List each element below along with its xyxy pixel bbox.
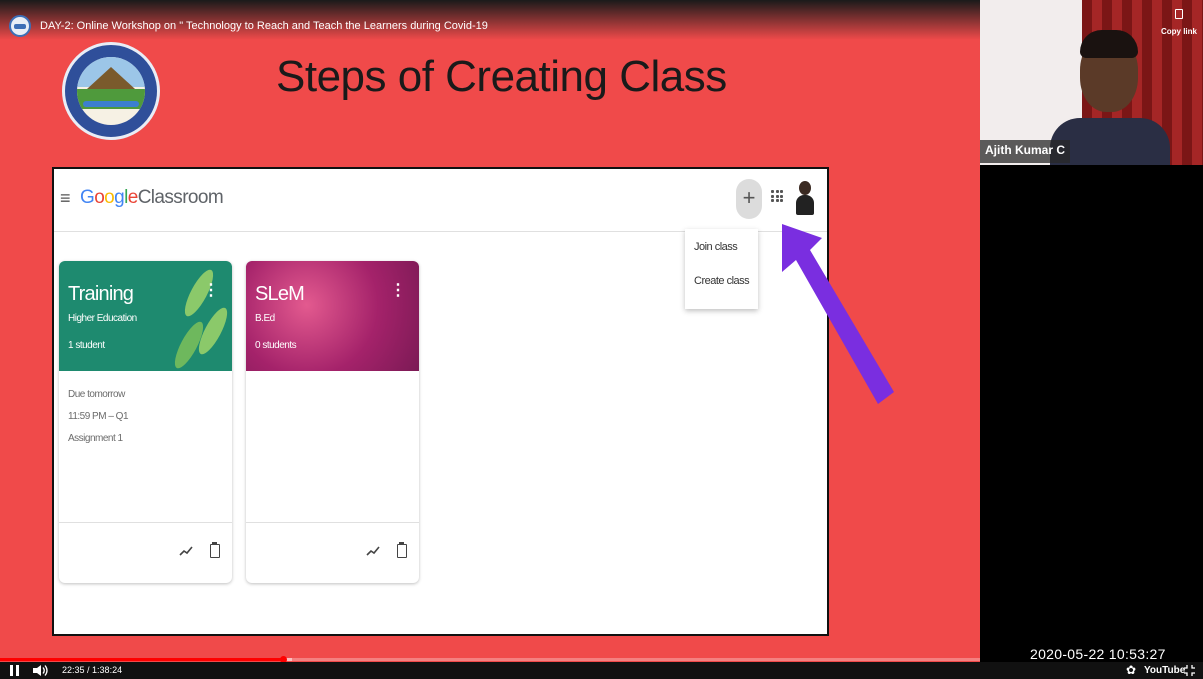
classroom-brand: GoogleClassroom [80,187,224,209]
volume-icon[interactable] [32,664,50,677]
card-student-count: 1 student [68,340,105,351]
add-class-button: + [736,179,762,219]
due-label: Due tomorrow [68,389,125,400]
trending-up-icon [179,546,193,556]
card-title: Training [68,283,134,305]
card-section: B.Ed [255,313,275,324]
time-separator: / [84,665,93,675]
pause-button[interactable] [10,665,20,676]
card-banner: Training Higher Education 1 student ⋮ [59,261,232,372]
hamburger-icon: ≡ [60,188,71,208]
card-section: Higher Education [68,313,137,324]
classroom-wordmark: Classroom [137,187,224,208]
menu-item-create-class: Create class [694,275,750,287]
due-assignment: Assignment 1 [68,433,123,444]
card-footer [246,522,419,583]
gear-icon[interactable]: ✿ [1126,664,1136,676]
slide-title: Steps of Creating Class [276,52,727,101]
youtube-logo[interactable]: YouTube [1144,665,1185,676]
card-student-count: 0 students [255,340,297,351]
time-display: 22:35 / 1:38:24 [62,665,122,675]
more-options-icon: ⋮ [390,282,406,299]
recording-timestamp: 2020-05-22 10:53:27 [1030,646,1166,662]
google-wordmark: Google [80,187,138,208]
card-title: SLeM [255,283,305,305]
classroom-header: ≡ GoogleClassroom + [54,169,827,232]
card-footer [59,522,232,583]
video-player[interactable]: DAY-2: Online Workshop on " Technology t… [0,0,1203,679]
participant-name: Ajith Kumar C [980,140,1071,163]
apps-grid-icon [771,190,783,202]
channel-avatar[interactable] [9,15,31,37]
class-card-training: Training Higher Education 1 student ⋮ Du… [59,261,232,583]
presentation-slide: DAY-2: Online Workshop on " Technology t… [0,0,980,662]
progress-bar[interactable] [0,656,980,663]
classroom-screenshot: ≡ GoogleClassroom + Join class Create cl… [52,167,829,636]
copy-link-button[interactable]: Copy link [1159,6,1199,36]
current-time: 22:35 [62,665,85,675]
folder-icon [397,542,407,558]
copy-link-label: Copy link [1160,27,1197,36]
webcam-feed: Ajith Kumar C Copy link [980,0,1203,165]
due-time: 11:59 PM – Q1 [68,411,129,422]
progress-fill [0,658,284,661]
university-emblem-icon [62,42,160,140]
menu-item-join-class: Join class [694,241,738,253]
class-card-slem: SLeM B.Ed 0 students ⋮ [246,261,419,583]
duration: 1:38:24 [92,665,123,675]
add-class-menu: Join class Create class [685,229,758,309]
more-options-icon: ⋮ [203,282,219,299]
card-banner: SLeM B.Ed 0 students ⋮ [246,261,419,371]
copy-icon [1175,9,1183,19]
title-bar: DAY-2: Online Workshop on " Technology t… [0,0,980,40]
folder-icon [210,542,220,558]
exit-fullscreen-icon[interactable] [1184,665,1195,676]
purple-arrow-annotation [782,224,894,404]
video-title[interactable]: DAY-2: Online Workshop on " Technology t… [40,20,488,32]
profile-avatar [796,179,814,217]
trending-up-icon [366,546,380,556]
player-controls: 22:35 / 1:38:24 ✿ YouTube [0,662,1203,679]
